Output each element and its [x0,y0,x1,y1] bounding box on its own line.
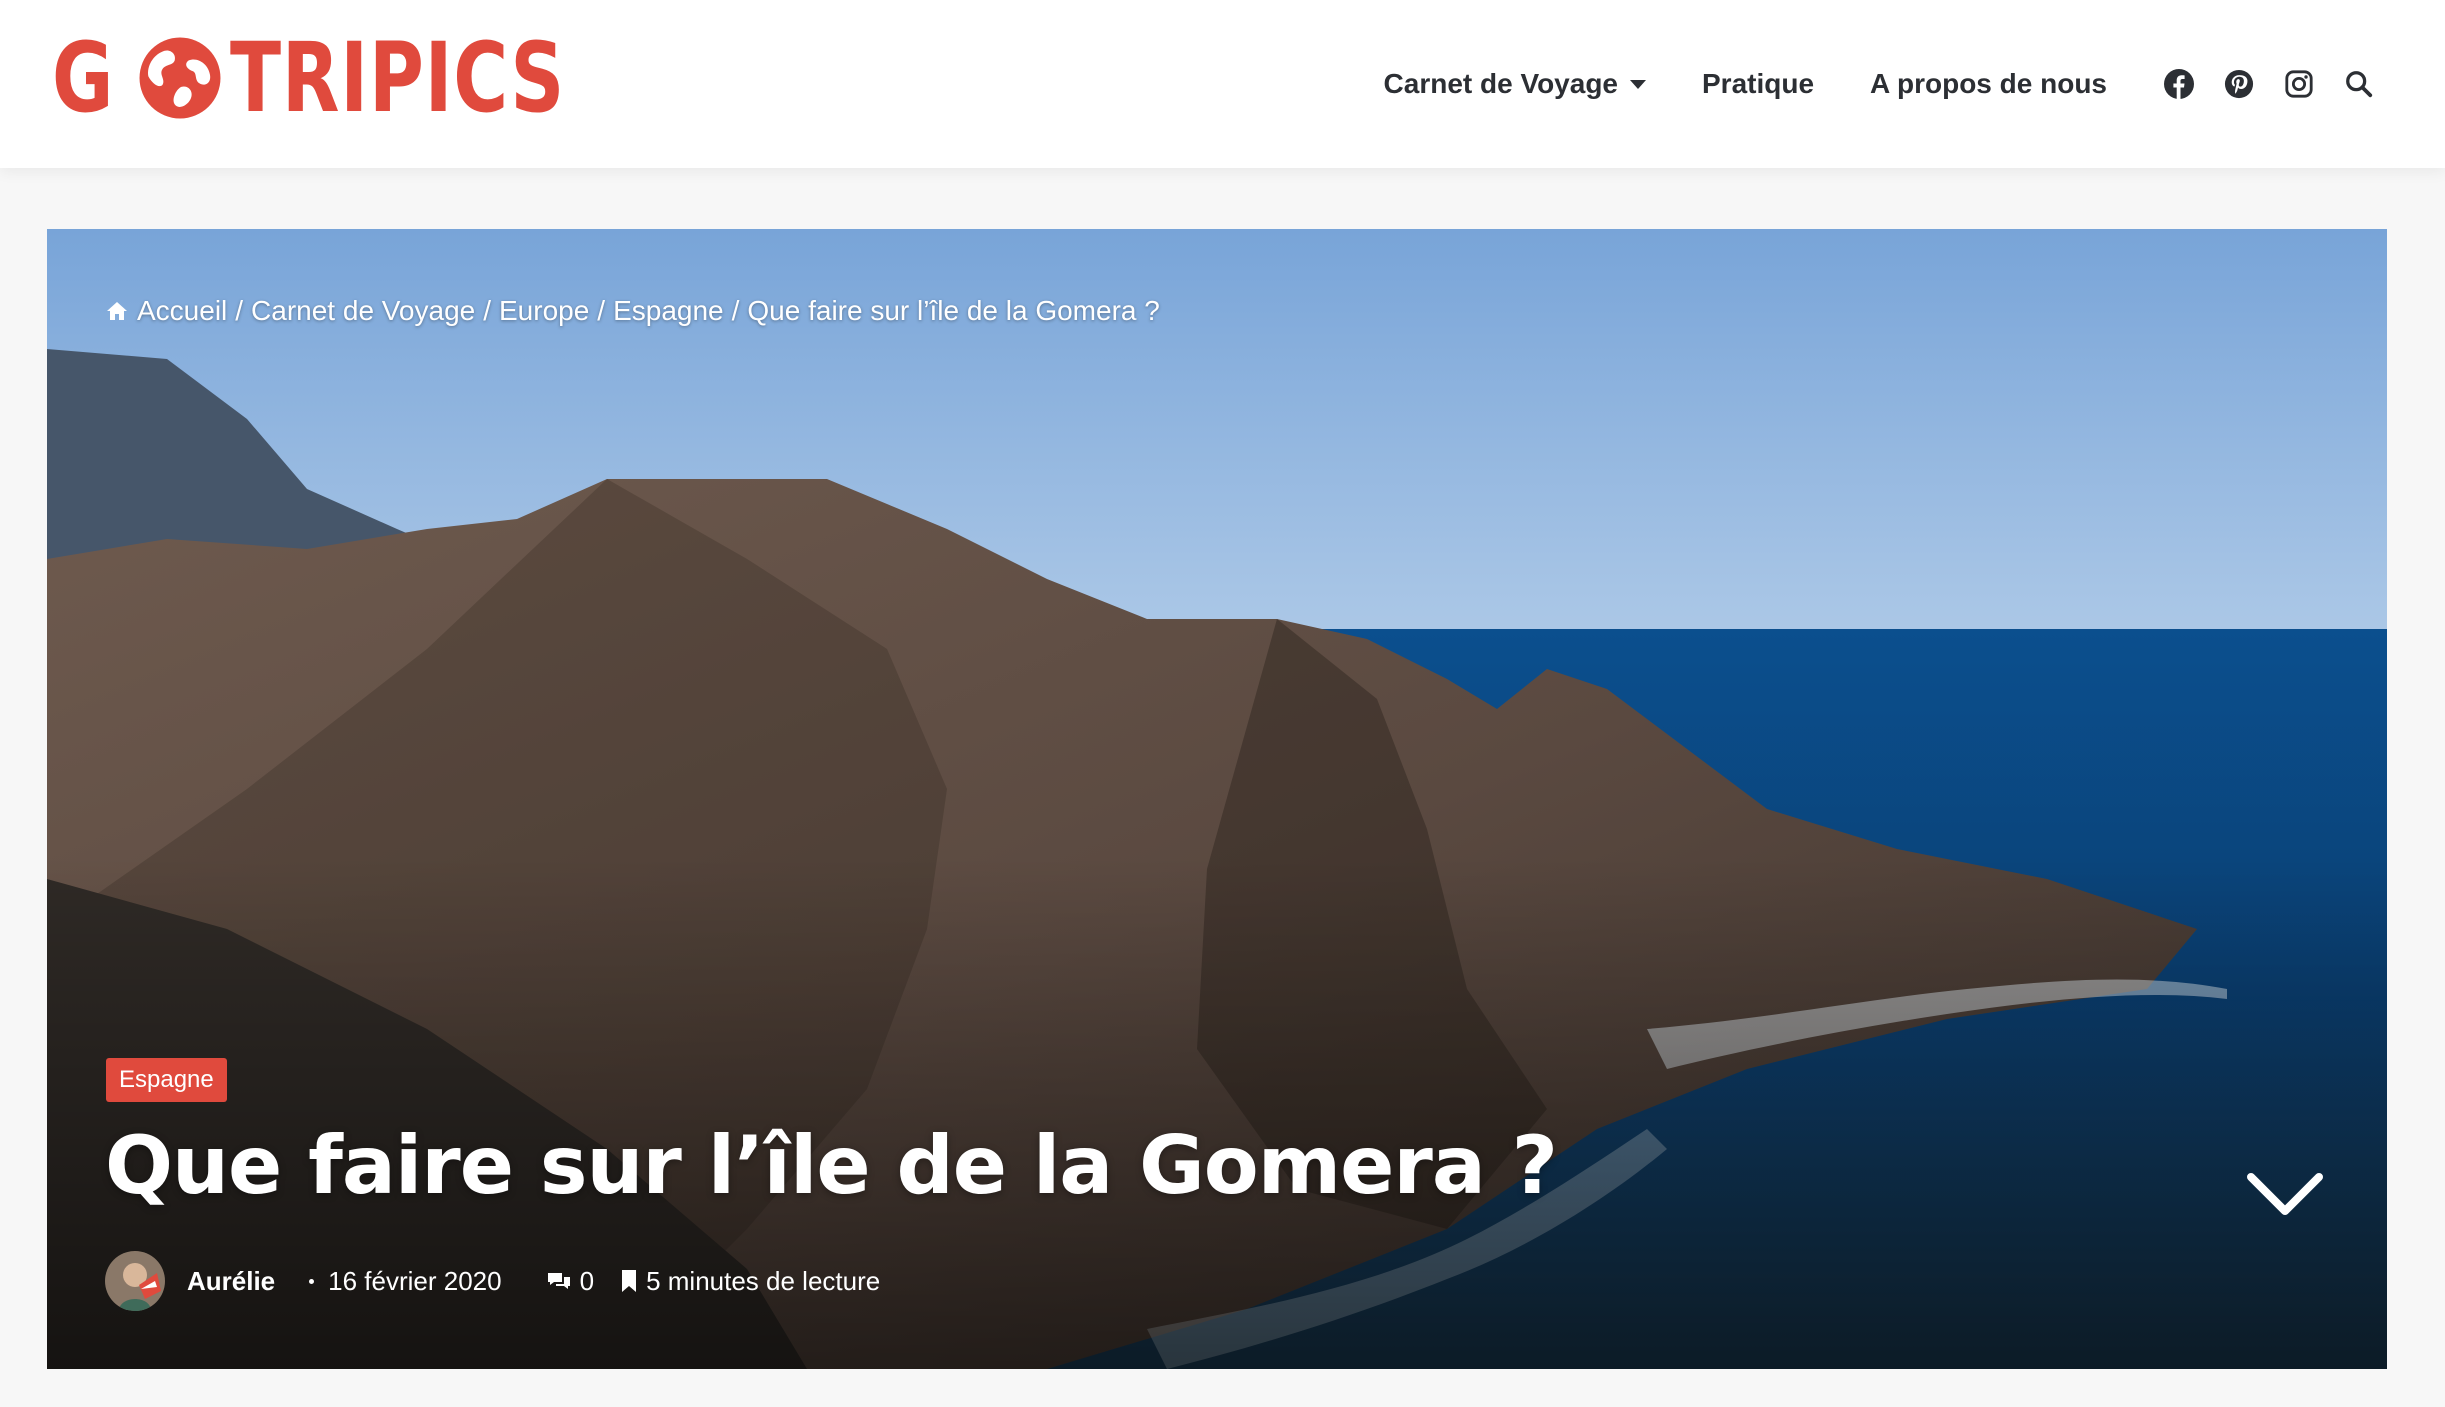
globe-icon [139,37,221,119]
logo-text-right: TRIPICS [229,22,565,134]
breadcrumb-item-carnet[interactable]: Carnet de Voyage [251,295,475,327]
social-links [2163,68,2375,100]
hero-featured-image: Accueil / Carnet de Voyage / Europe / Es… [47,229,2387,1369]
category-badge[interactable]: Espagne [106,1058,227,1102]
breadcrumb-item-europe[interactable]: Europe [499,295,589,327]
main-nav: Carnet de Voyage Pratique A propos de no… [1384,0,2445,168]
logo-text-left: G [52,22,115,134]
bookmark-icon [622,1270,637,1292]
site-logo[interactable]: G TRIPICS [52,22,659,134]
breadcrumb-item-espagne[interactable]: Espagne [613,295,724,327]
pinterest-icon[interactable] [2223,68,2255,100]
nav-item-a-propos[interactable]: A propos de nous [1870,68,2107,100]
facebook-icon[interactable] [2163,68,2195,100]
nav-item-label: Pratique [1702,68,1815,99]
breadcrumb-separator: / [597,295,606,326]
nav-item-label: A propos de nous [1870,68,2107,99]
breadcrumb-item-current: Que faire sur l’île de la Gomera ? [747,295,1160,326]
home-icon [107,302,127,320]
chevron-down-icon[interactable] [2245,1169,2325,1219]
breadcrumb-separator: / [483,295,491,326]
site-header: G TRIPICS Carnet de Voyage Pratique A pr… [0,0,2445,168]
author-name[interactable]: Aurélie [187,1266,275,1297]
nav-item-label: Carnet de Voyage [1383,68,1618,99]
chevron-down-icon [1630,79,1646,89]
instagram-icon[interactable] [2283,68,2315,100]
breadcrumb-separator: / [235,295,244,326]
comments-icon [547,1273,570,1289]
meta-separator [309,1278,315,1284]
post-meta: Aurélie 16 février 2020 0 5 minutes de l… [105,1249,880,1313]
post-date: 16 février 2020 [328,1265,502,1296]
avatar[interactable] [105,1251,165,1311]
breadcrumb-item-accueil[interactable]: Accueil [137,295,227,327]
reading-time: 5 minutes de lecture [646,1265,881,1296]
nav-item-carnet-de-voyage[interactable]: Carnet de Voyage [1384,68,1646,100]
nav-item-pratique[interactable]: Pratique [1702,68,1814,100]
comments-count[interactable]: 0 [580,1266,594,1297]
search-icon[interactable] [2343,68,2375,100]
breadcrumb: Accueil / Carnet de Voyage / Europe / Es… [105,295,1160,327]
post-title: Que faire sur l’île de la Gomera ? [105,1119,1558,1212]
breadcrumb-separator: / [731,295,740,326]
